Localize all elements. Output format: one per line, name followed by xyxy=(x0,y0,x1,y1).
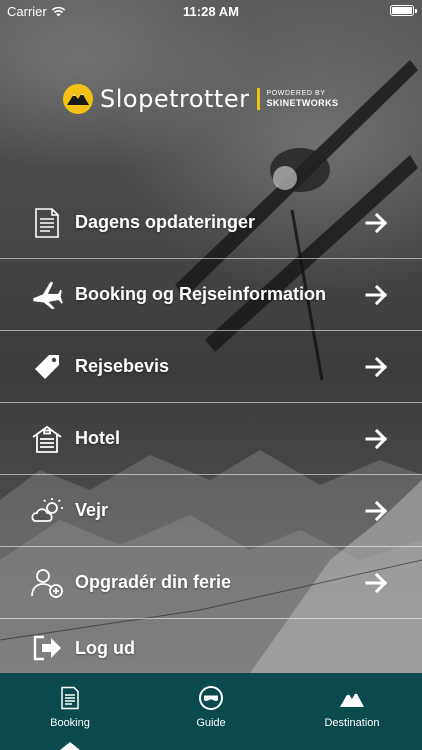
menu-item-log-ud[interactable]: Log ud xyxy=(0,619,422,677)
arrow-right-icon xyxy=(365,500,388,521)
airplane-icon xyxy=(30,278,64,312)
brand-separator xyxy=(257,88,261,110)
main-menu: Dagens opdateringer Booking og Rejseinfo… xyxy=(0,187,422,677)
tab-destination[interactable]: Destination xyxy=(282,673,422,750)
arrow-right-icon xyxy=(365,284,388,305)
menu-item-label: Vejr xyxy=(75,500,109,520)
tag-icon xyxy=(30,350,64,384)
guide-icon xyxy=(199,686,223,710)
tab-label: Destination xyxy=(324,717,380,729)
tab-bar: Booking Guide Destination xyxy=(0,673,422,750)
menu-item-label: Hotel xyxy=(75,428,120,448)
brand-powered-by: POWDERED BY SKINETWORKS xyxy=(266,90,338,108)
menu-item-label: Dagens opdateringer xyxy=(75,212,256,232)
battery-icon xyxy=(390,5,417,16)
booking-icon xyxy=(61,686,79,710)
menu-item-label: Rejsebevis xyxy=(75,356,170,376)
status-time: 11:28 AM xyxy=(183,4,239,19)
arrow-right-icon xyxy=(365,428,388,449)
arrow-right-icon xyxy=(365,356,388,377)
powered-by-line1: POWDERED BY xyxy=(266,90,326,97)
menu-item-opgrader-din-ferie[interactable]: Opgradér din ferie xyxy=(0,547,422,619)
tab-label: Guide xyxy=(196,717,226,729)
menu-item-booking-rejseinformation[interactable]: Booking og Rejseinformation xyxy=(0,259,422,331)
mountain-icon xyxy=(340,692,364,707)
logout-icon xyxy=(30,631,64,665)
selected-tab-indicator xyxy=(60,742,80,750)
add-user-icon xyxy=(30,566,64,600)
weather-icon xyxy=(30,494,64,528)
document-icon xyxy=(30,206,64,240)
tab-booking[interactable]: Booking xyxy=(0,673,140,750)
brand-name: Slopetrotter xyxy=(100,85,250,113)
status-bar: Carrier 11:28 AM xyxy=(0,0,422,22)
menu-item-hotel[interactable]: Hotel xyxy=(0,403,422,475)
menu-item-label: Opgradér din ferie xyxy=(75,572,232,592)
menu-item-rejsebevis[interactable]: Rejsebevis xyxy=(0,331,422,403)
tab-label: Booking xyxy=(50,717,90,729)
menu-item-label: Booking og Rejseinformation xyxy=(75,284,327,304)
menu-item-label: Log ud xyxy=(75,637,135,658)
brand-logo: Slopetrotter POWDERED BY SKINETWORKS xyxy=(62,82,338,116)
arrow-right-icon xyxy=(365,212,388,233)
arrow-right-icon xyxy=(365,572,388,593)
tab-guide[interactable]: Guide xyxy=(141,673,281,750)
menu-item-vejr[interactable]: Vejr xyxy=(0,475,422,547)
logo-mark-icon xyxy=(63,84,93,114)
hotel-icon xyxy=(30,422,64,456)
menu-item-dagens-opdateringer[interactable]: Dagens opdateringer xyxy=(0,187,422,259)
powered-by-line2: SKINETWORKS xyxy=(266,98,339,108)
